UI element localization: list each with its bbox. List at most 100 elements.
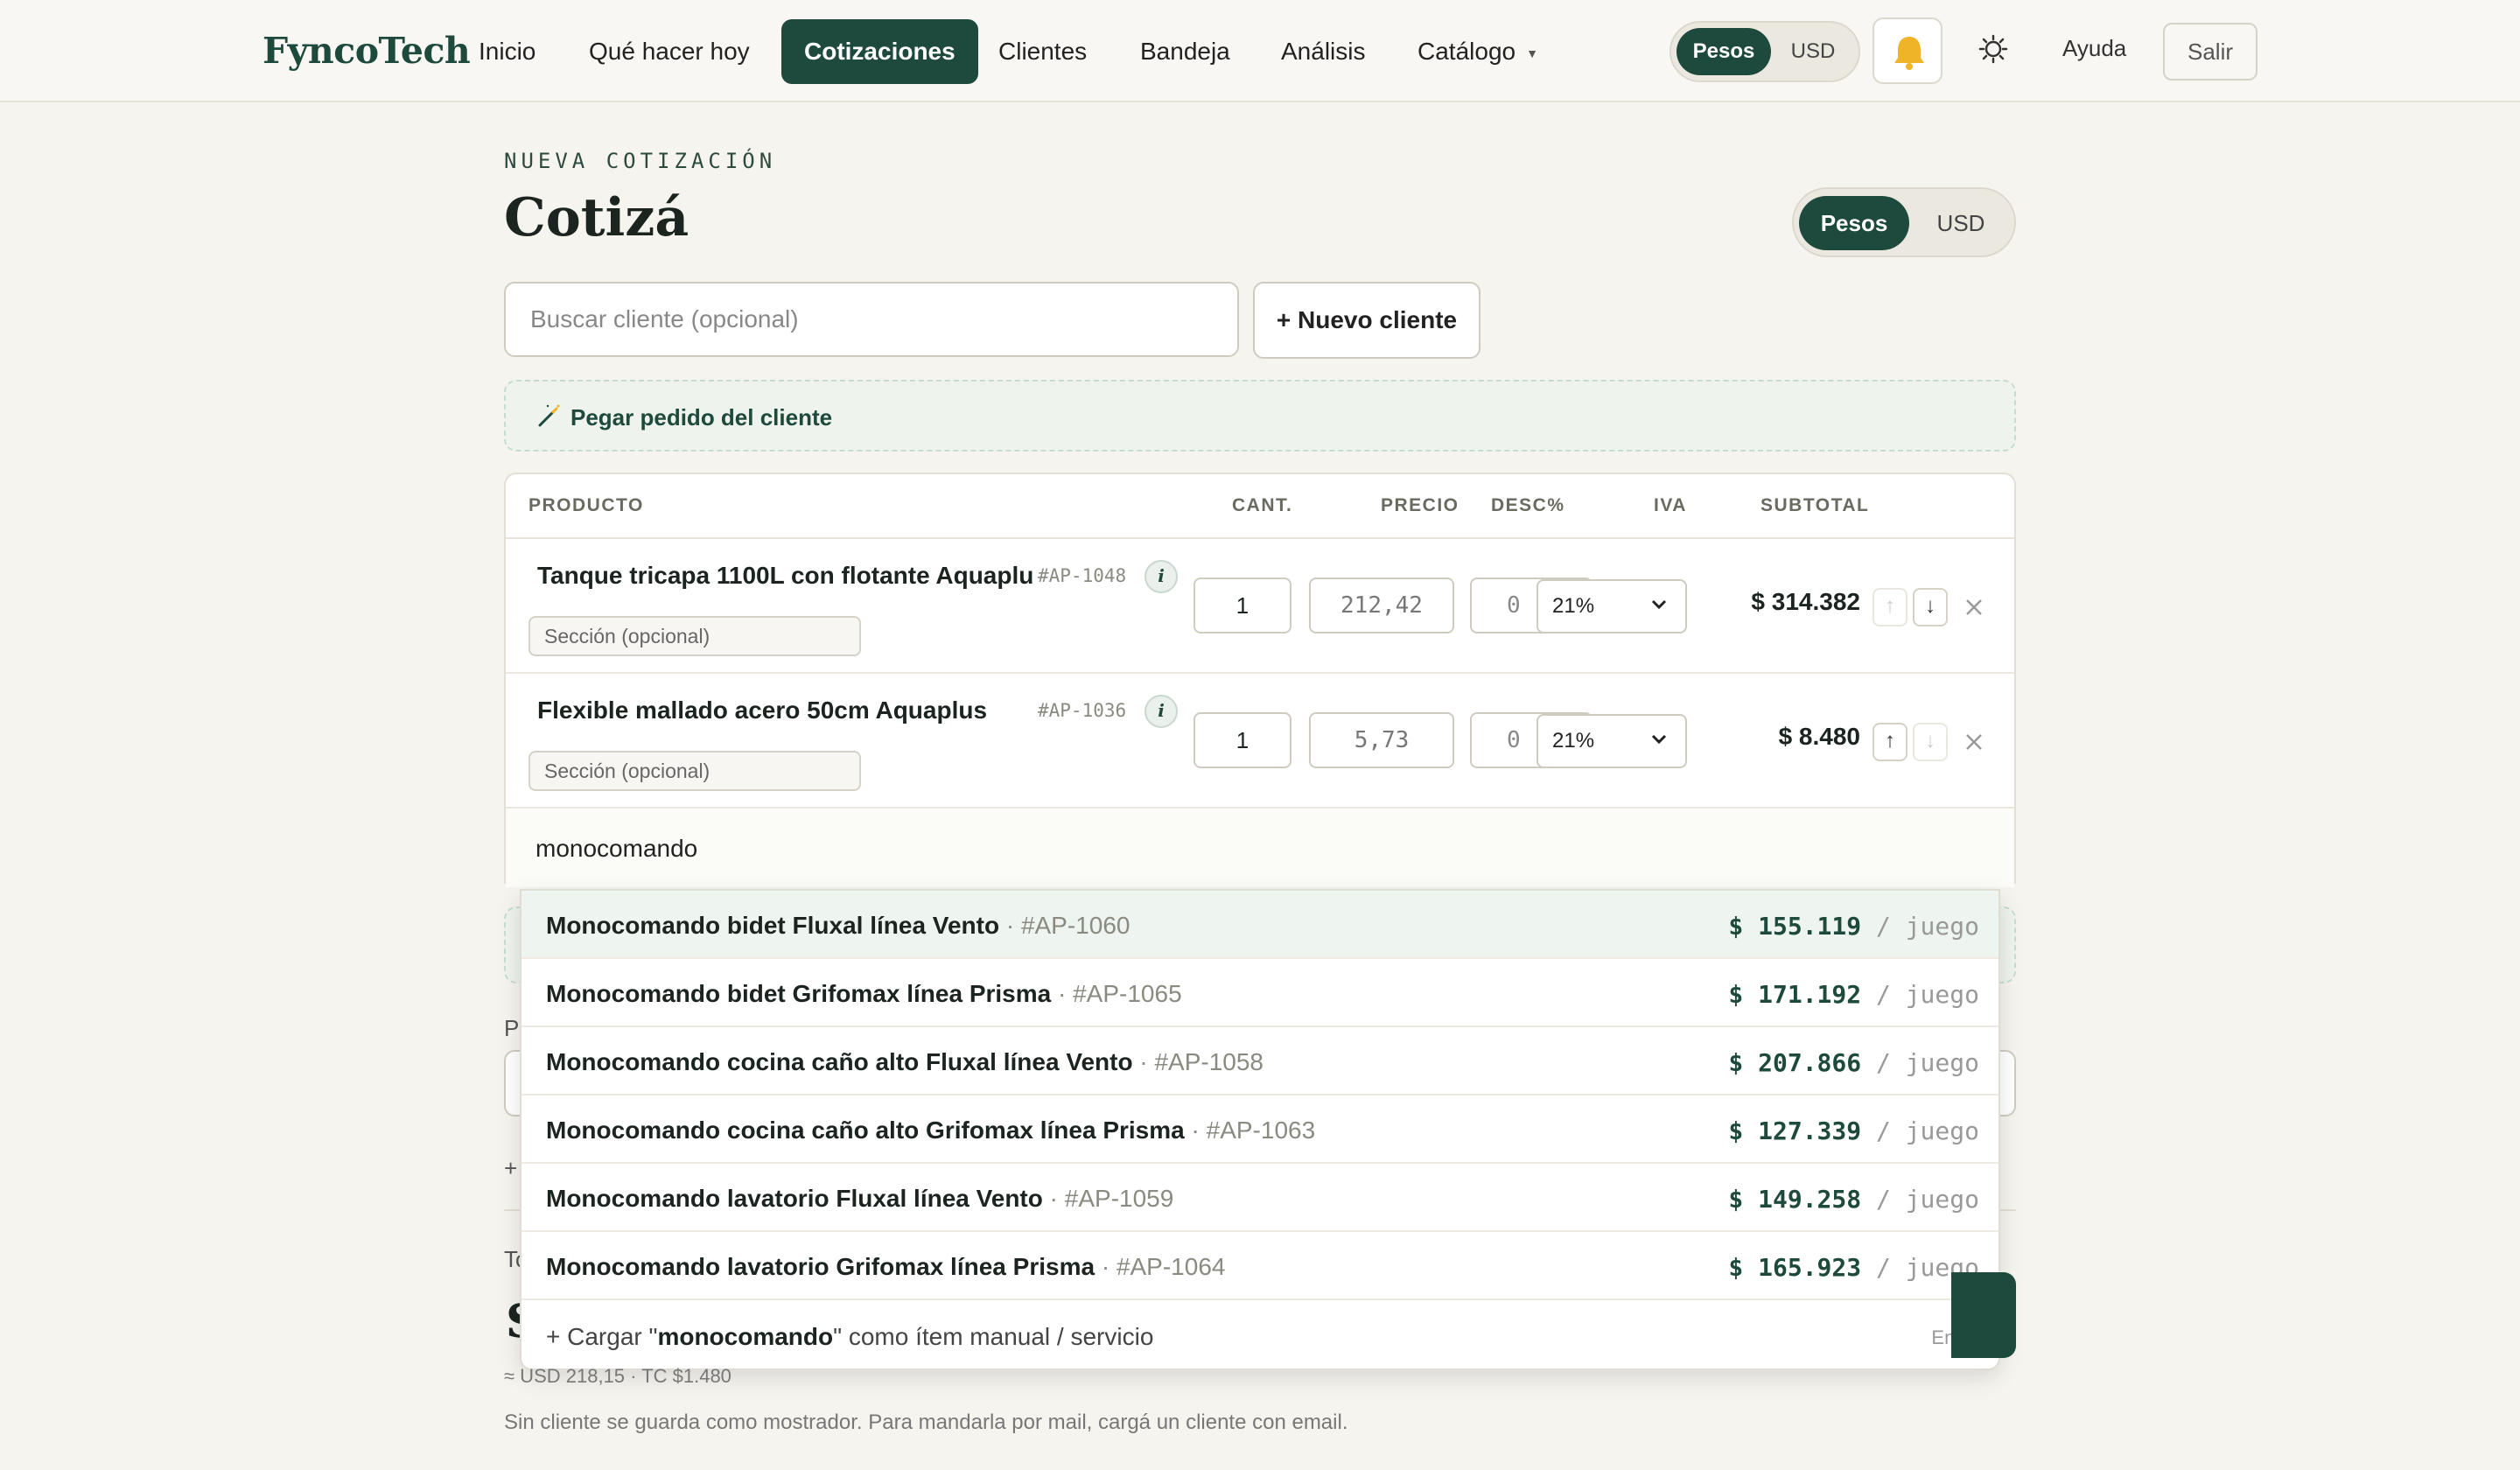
quote-currency-pesos[interactable]: Pesos [1799,196,1909,250]
nav-item-bandeja[interactable]: Bandeja [1117,19,1253,84]
suggestion-price: $ 155.119 [1728,912,1862,941]
move-down-button[interactable]: ↓ [1913,723,1948,761]
header-iva: IVA [1654,495,1687,515]
suggestion-sku: #AP-1058 [1154,1048,1264,1075]
suggestion-name: Monocomando lavatorio Fluxal línea Vento [546,1185,1043,1212]
header-price: PRECIO [1381,495,1460,515]
chevron-down-icon [1651,599,1667,610]
suggestion-price: $ 207.866 [1728,1048,1862,1077]
nav-item-catalogo[interactable]: Catálogo ▼ [1395,19,1561,84]
quote-items-table: PRODUCTO CANT. PRECIO DESC% IVA SUBTOTAL… [504,472,2016,887]
product-search-value: monocomando [536,835,698,862]
chevron-down-icon: ▼ [1526,46,1538,60]
brand-logo[interactable]: FyncoTech [262,30,471,72]
nav-item-que-hacer-hoy[interactable]: Qué hacer hoy [566,19,773,84]
price-input[interactable]: 5,73 [1309,712,1454,768]
product-name: Tanque tricapa 1100L con flotante Aquapl… [537,562,1034,589]
suggestion-price: $ 127.339 [1728,1116,1862,1145]
suggestion-unit: / juego [1875,1116,1979,1145]
info-icon[interactable]: i [1144,695,1178,728]
suggestion-sku: #AP-1064 [1116,1253,1226,1280]
notifications-button[interactable] [1872,18,1942,84]
nav-item-clientes[interactable]: Clientes [976,19,1110,84]
suggestion-price: $ 165.923 [1728,1253,1862,1282]
header-subtotal: SUBTOTAL [1760,495,1870,515]
remove-row-icon[interactable] [1962,595,1986,620]
chevron-down-icon [1651,734,1667,745]
quote-currency-toggle: Pesos USD [1792,187,2016,257]
move-up-button[interactable]: ↑ [1872,588,1908,626]
product-name: Flexible mallado acero 50cm Aquaplus [537,696,988,724]
paste-order-label: Pegar pedido del cliente [570,404,833,430]
add-manual-item-option[interactable]: + Cargar "monocomando" como ítem manual … [522,1300,1998,1368]
suggestion-name: Monocomando cocina caño alto Grifomax lí… [546,1116,1185,1144]
paste-order-box[interactable]: Pegar pedido del cliente [504,380,2016,452]
suggestion-sku: #AP-1059 [1064,1185,1174,1212]
row-subtotal: $ 314.382 [1751,588,1860,615]
suggestion-item[interactable]: Monocomando lavatorio Fluxal línea Vento… [522,1164,1998,1232]
background-fragment: + [504,1155,518,1181]
suggestion-price: $ 171.192 [1728,980,1862,1009]
nav-item-catalogo-label: Catálogo [1418,38,1516,65]
footer-note: Sin cliente se guarda como mostrador. Pa… [504,1410,1348,1434]
logout-button[interactable]: Salir [2163,23,2258,80]
section-input[interactable] [528,616,861,656]
header-discount: DESC% [1491,495,1565,515]
help-link[interactable]: Ayuda [2062,35,2126,62]
iva-select[interactable]: 21% [1536,579,1687,634]
move-down-button[interactable]: ↓ [1913,588,1948,626]
suggestion-item[interactable]: Monocomando bidet Grifomax línea Prisma … [522,959,1998,1027]
suggestion-price: $ 149.258 [1728,1185,1862,1214]
product-search-input[interactable]: monocomando [506,808,2014,887]
suggestion-unit: / juego [1875,1048,1979,1077]
suggestion-sku: #AP-1060 [1020,912,1130,939]
suggestion-name: Monocomando cocina caño alto Fluxal líne… [546,1048,1133,1075]
info-icon[interactable]: i [1144,560,1178,593]
header-qty: CANT. [1232,495,1293,515]
quote-currency-usd[interactable]: USD [1911,196,2011,250]
iva-select-value: 21% [1552,729,1595,752]
manual-suffix: " como ítem manual / servicio [833,1323,1154,1350]
nav-currency-usd[interactable]: USD [1771,28,1855,75]
bell-icon [1894,37,1924,70]
save-quote-button[interactable] [1951,1272,2016,1358]
suggestion-unit: / juego [1875,912,1979,941]
table-row: Flexible mallado acero 50cm Aquaplus #AP… [506,674,2014,808]
suggestion-sku: #AP-1063 [1206,1116,1316,1144]
suggestion-unit: / juego [1875,980,1979,1009]
theme-icon[interactable] [1976,32,2011,66]
new-client-button[interactable]: + Nuevo cliente [1253,282,1480,359]
magic-wand-icon [538,404,560,427]
quantity-input[interactable]: 1 [1194,712,1292,768]
suggestion-name: Monocomando bidet Fluxal línea Vento [546,912,1000,939]
suggestion-item[interactable]: Monocomando cocina caño alto Grifomax lí… [522,1096,1998,1164]
section-input[interactable] [528,751,861,791]
suggestion-item[interactable]: Monocomando lavatorio Grifomax línea Pri… [522,1232,1998,1300]
page-eyebrow: NUEVA COTIZACIÓN [504,149,777,173]
iva-select[interactable]: 21% [1536,714,1687,768]
manual-prefix: + Cargar " [546,1323,658,1350]
top-nav: FyncoTech Inicio Qué hacer hoy Cotizacio… [0,0,2520,102]
nav-item-cotizaciones[interactable]: Cotizaciones [781,19,978,84]
product-suggestions-dropdown: Monocomando bidet Fluxal línea Vento · #… [520,889,2000,1370]
manual-term: monocomando [657,1323,834,1350]
client-search-input[interactable] [504,282,1239,357]
suggestion-sku: #AP-1065 [1073,980,1182,1007]
suggestion-item[interactable]: Monocomando cocina caño alto Fluxal líne… [522,1027,1998,1096]
nav-currency-pesos[interactable]: Pesos [1676,28,1771,75]
remove-row-icon[interactable] [1962,730,1986,754]
product-sku: #AP-1036 [1038,700,1127,721]
iva-select-value: 21% [1552,594,1595,618]
suggestion-name: Monocomando lavatorio Grifomax línea Pri… [546,1253,1096,1280]
suggestion-item[interactable]: Monocomando bidet Fluxal línea Vento · #… [522,891,1998,959]
price-input[interactable]: 212,42 [1309,578,1454,634]
usd-equivalent: ≈ USD 218,15 · TC $1.480 [504,1365,732,1387]
suggestion-name: Monocomando bidet Grifomax línea Prisma [546,980,1052,1007]
page-title: Cotizá [504,187,690,248]
nav-item-inicio[interactable]: Inicio [456,19,558,84]
quantity-input[interactable]: 1 [1194,578,1292,634]
nav-item-analisis[interactable]: Análisis [1258,19,1388,84]
move-up-button[interactable]: ↑ [1872,723,1908,761]
header-product: PRODUCTO [528,495,644,515]
table-row: Tanque tricapa 1100L con flotante Aquapl… [506,539,2014,674]
